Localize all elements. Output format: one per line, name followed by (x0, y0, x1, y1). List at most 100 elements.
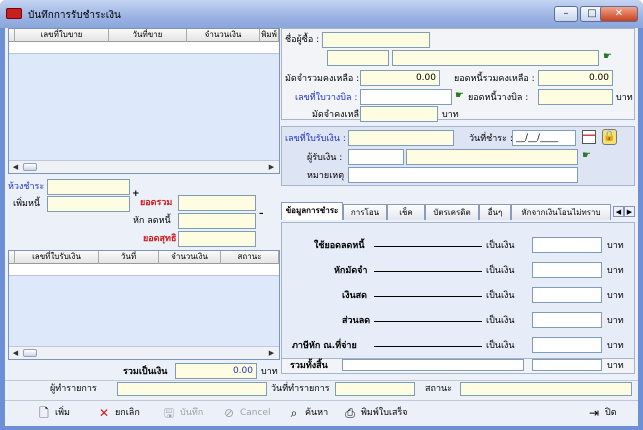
receipt-grid-scrollbar[interactable]: ◀ ▶ (9, 346, 279, 359)
find-bill-icon[interactable]: ☛ (455, 90, 464, 101)
table-row[interactable] (9, 42, 279, 54)
column-header[interactable]: สถานะ (221, 251, 279, 264)
installment-field[interactable] (47, 179, 130, 195)
client-area: เลขที่ใบขาย วันที่ขาย จำนวนเงิน พิมพ์ ◀ … (5, 28, 638, 426)
cancel-button[interactable]: ⊘ Cancel (220, 403, 271, 423)
app-window: บันทึกการรับชำระเงิน – □ ✕ เลขที่ใบขาย ว… (0, 0, 643, 430)
toolbar: 🗋 เพิ่ม ✕ ยกเลิก 🖫 บันทึก ⊘ Cancel ⌕ ค้นหา ⎙ พ… (5, 400, 638, 424)
transaction-date-label: วันที่ทำรายการ (271, 384, 330, 394)
column-header[interactable]: เลขที่ใบขาย (15, 29, 109, 42)
divider (374, 346, 482, 347)
balance-label: ยอดหนี้รวมคงเหลือ : (454, 74, 535, 84)
bill-balance-label: ยอดหนี้วางบิล : (468, 93, 529, 103)
buyer-name-field[interactable] (392, 50, 599, 66)
receipt-grid[interactable]: เลขที่ใบรับเงิน วันที่ จำนวนเงิน สถานะ ◀… (8, 250, 280, 360)
total-field[interactable] (178, 195, 256, 211)
deposit-field[interactable]: 0.00 (360, 70, 440, 86)
minimize-button[interactable]: – (554, 6, 578, 22)
cancel-icon: ⊘ (223, 406, 235, 420)
note-field[interactable] (348, 167, 578, 183)
scroll-left-icon[interactable]: ◀ (10, 162, 21, 172)
print-receipt-button[interactable]: ⎙ พิมพ์ใบเสร็จ (341, 403, 407, 423)
deduct-field[interactable] (178, 213, 256, 229)
invoice-grid[interactable]: เลขที่ใบขาย วันที่ขาย จำนวนเงิน พิมพ์ ◀ … (8, 28, 280, 174)
payment-row-label: ภาษีหัก ณ.ที่จ่าย (292, 341, 357, 351)
receiver-name-field[interactable] (406, 149, 578, 165)
save-button[interactable]: 🖫 บันทึก (160, 403, 203, 423)
cash-amount-field[interactable] (532, 287, 602, 303)
exit-button[interactable]: ⇥ ปิด (585, 403, 617, 423)
column-header[interactable]: วันที่ขาย (109, 29, 187, 42)
bill-balance-field[interactable] (538, 89, 613, 105)
payment-row-value-label: เป็นเงิน (486, 241, 515, 251)
receipt-no-field[interactable] (348, 130, 454, 146)
title-bar: บันทึกการรับชำระเงิน – □ ✕ (0, 0, 643, 28)
pay-date-label: วันที่ชำระ : (469, 134, 513, 144)
grand-total-unit: บาท (607, 361, 624, 371)
tab-next-icon[interactable]: ▶ (624, 206, 635, 217)
printer-icon: ⎙ (345, 406, 355, 420)
tab-credit-card[interactable]: บัตรเครดิต (425, 204, 479, 220)
table-row[interactable] (9, 264, 279, 276)
balance-field[interactable]: 0.00 (538, 70, 613, 86)
invoice-grid-scrollbar[interactable]: ◀ ▶ (9, 160, 279, 173)
grand-total-label: รวมทั้งสิ้น (290, 361, 328, 371)
deduct-label: หัก ลดหนี้ (133, 216, 171, 226)
add-debt-field[interactable] (47, 196, 130, 212)
status-field (460, 382, 632, 396)
payment-row-unit: บาท (607, 266, 624, 276)
pay-date-field[interactable]: __/__/____ (512, 130, 576, 146)
search-button-label: ค้นหา (305, 408, 329, 418)
buyer-sub-field[interactable] (327, 50, 389, 66)
search-button[interactable]: ⌕ ค้นหา (285, 403, 329, 423)
tab-prev-icon[interactable]: ◀ (613, 206, 624, 217)
scroll-thumb[interactable] (23, 163, 37, 171)
new-document-icon: 🗋 (39, 406, 49, 420)
scroll-right-icon[interactable]: ▶ (266, 162, 277, 172)
column-header[interactable]: จำนวนเงิน (159, 251, 221, 264)
tab-payment-info[interactable]: ข้อมูลการชำระ (281, 202, 343, 220)
calendar-icon[interactable] (582, 130, 596, 144)
binoculars-icon: ⌕ (290, 406, 298, 420)
scroll-left-icon[interactable]: ◀ (10, 348, 21, 358)
deposit-deduct-amount-field[interactable] (532, 262, 602, 278)
scroll-right-icon[interactable]: ▶ (266, 348, 277, 358)
net-label: ยอดสุทธิ (143, 234, 177, 244)
deposit-remain-field[interactable] (360, 106, 438, 122)
payment-row-label: หักมัดจำ (334, 266, 368, 276)
lock-icon[interactable]: 🔒 (602, 129, 617, 145)
tab-cheque[interactable]: เช็ค (387, 204, 425, 220)
bill-no-field[interactable] (360, 89, 452, 105)
credit-note-amount-field[interactable] (532, 237, 602, 253)
exit-button-label: ปิด (605, 408, 617, 418)
tab-unknown-transfer[interactable]: หักจากเงินโอนไม่ทราบ (511, 204, 611, 220)
scroll-thumb[interactable] (23, 349, 37, 357)
column-header[interactable]: พิมพ์ (260, 29, 279, 42)
payment-row-unit: บาท (607, 291, 624, 301)
plus-sign: + (132, 189, 140, 199)
grand-total-field[interactable] (532, 359, 602, 371)
find-receiver-icon[interactable]: ☛ (582, 150, 591, 161)
total-money-field[interactable]: 0.00 (175, 363, 257, 379)
column-header[interactable]: จำนวนเงิน (187, 29, 260, 42)
divider (374, 321, 482, 322)
cancel-record-button[interactable]: ✕ ยกเลิก (95, 403, 140, 423)
close-window-button[interactable]: ✕ (600, 6, 638, 22)
tab-other[interactable]: อื่นๆ (479, 204, 511, 220)
receiver-code-field[interactable] (348, 149, 404, 165)
payment-row-unit: บาท (607, 341, 624, 351)
grand-total-text-field[interactable] (342, 359, 524, 371)
tab-transfer[interactable]: การโอน (343, 204, 387, 220)
exit-door-icon: ⇥ (588, 406, 600, 420)
net-field[interactable] (178, 231, 256, 247)
find-buyer-icon[interactable]: ☛ (603, 51, 612, 62)
payment-panel: ใช้ยอดลดหนี้ เป็นเงิน บาท หักมัดจำ เป็นเ… (281, 222, 635, 374)
withholding-tax-amount-field[interactable] (532, 337, 602, 353)
column-header[interactable]: วันที่ (99, 251, 159, 264)
column-header[interactable]: เลขที่ใบรับเงิน (15, 251, 99, 264)
discount-amount-field[interactable] (532, 312, 602, 328)
x-icon: ✕ (98, 406, 110, 420)
buyer-code-field[interactable] (322, 32, 430, 48)
payment-row-unit: บาท (607, 241, 624, 251)
add-button[interactable]: 🗋 เพิ่ม (35, 403, 70, 423)
